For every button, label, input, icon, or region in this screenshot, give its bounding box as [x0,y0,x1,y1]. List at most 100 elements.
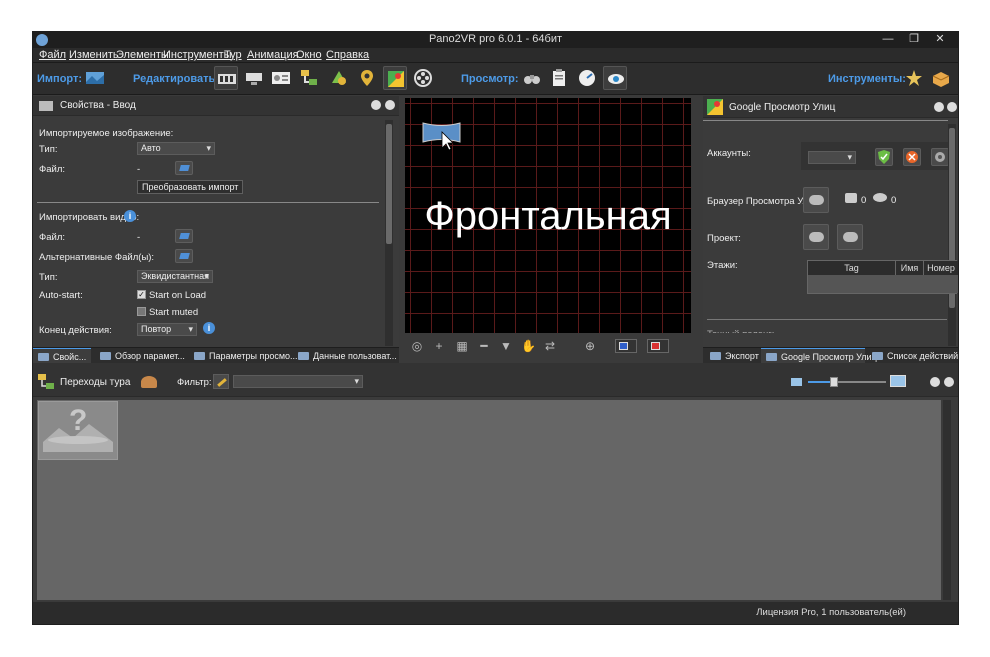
edit-skin-button[interactable] [327,66,351,90]
table-header-number: Номер [924,261,958,275]
edit-userdata-button[interactable] [269,66,293,90]
view-clipboard-button[interactable] [547,66,571,90]
zoom-slider[interactable] [808,377,886,387]
edit-maps-button[interactable] [355,66,379,90]
menu-animation[interactable]: Анимация [247,49,299,61]
tab-google-street-view[interactable]: Google Просмотр Улиц [761,348,877,364]
close-button[interactable]: ✕ [926,32,954,48]
grid-icon[interactable]: ▦ [455,339,469,353]
map-pin-icon [361,70,373,86]
tab-user-data[interactable]: Данные пользоват... [293,348,397,364]
view-browser-button[interactable] [575,66,599,90]
compass-icon[interactable]: ◎ [410,339,424,353]
close-panel-icon[interactable] [385,100,395,110]
view-binoculars-button[interactable] [520,66,544,90]
start-muted-label: Start muted [149,307,199,318]
undock-icon[interactable] [930,377,940,387]
edit-google-maps-button[interactable] [383,66,407,90]
swap-icon[interactable]: ⇄ [543,339,557,353]
viewer-toolbar: ◎ + ▦ ━ ▼ ✋ ⇄ ⊕ [405,335,691,357]
end-action-info-icon[interactable]: i [203,322,215,334]
user-icon[interactable] [141,376,157,388]
divider [707,319,947,320]
funnel-icon[interactable]: ▼ [499,339,513,353]
menu-edit[interactable]: Изменить [69,49,119,61]
table-row[interactable] [808,275,958,293]
scrollbar-thumb[interactable] [386,124,392,244]
info-icon[interactable]: i [124,210,136,222]
file-browse-icon[interactable] [175,161,193,175]
zoom-slider-handle[interactable] [830,377,838,387]
accounts-select[interactable] [808,151,856,164]
account-settings-button[interactable] [931,148,949,166]
alt-files-browse-icon[interactable] [175,249,193,263]
table-header-tag: Tag [808,261,896,275]
status-bar: Лицензия Pro, 1 пользователь(ей) [33,602,958,624]
red-color-picker[interactable] [647,339,669,353]
tab-action-list[interactable]: Список действий [867,348,958,364]
import-panorama-button[interactable] [83,66,107,90]
target-icon[interactable]: ⊕ [583,339,597,353]
undock-icon[interactable] [371,100,381,110]
panorama-thumbnail[interactable]: ? [38,401,118,460]
type-select[interactable]: Авто [137,142,215,155]
edit-video-button[interactable] [411,66,435,90]
project-upload-icon[interactable] [803,224,829,250]
menu-help[interactable]: Справка [326,49,369,61]
menu-tools[interactable]: Инструменты [163,49,232,61]
menu-file[interactable]: Файл [39,49,66,61]
edit-viewing-button[interactable] [242,66,266,90]
convert-import-button[interactable]: Преобразовать импорт [137,180,244,194]
add-account-button[interactable] [875,148,893,166]
project-label: Проект: [707,233,741,244]
menu-window[interactable]: Окно [296,49,322,61]
properties-scrollbar[interactable] [385,120,393,346]
tab-icon [298,352,309,360]
maximize-button[interactable]: ❐ [902,32,926,48]
tab-export[interactable]: Экспорт [705,348,759,364]
floors-label: Этажи: [707,260,738,271]
viewing-icon [246,73,262,85]
tour-icon [38,374,54,389]
video-file-browse-icon[interactable] [175,229,193,243]
remove-icon [906,151,918,163]
views-count: 0 [891,195,897,206]
minimize-button[interactable]: — [876,32,900,48]
tab-icon [100,352,111,360]
tools-build-button[interactable] [929,66,953,90]
package-icon [932,72,950,87]
edit-input-button[interactable] [214,66,238,90]
imported-image-label: Импортируемое изображение: [39,128,174,139]
panorama-icon [86,72,104,84]
filter-pencil-icon[interactable] [213,374,229,389]
end-action-select[interactable]: Повтор [137,323,197,336]
start-on-load-checkbox[interactable]: ✓ [137,290,146,299]
tour-scrollbar[interactable] [943,400,951,600]
upload-cloud-icon[interactable] [803,187,829,213]
menu-elements[interactable]: Элементы [116,49,169,61]
remove-account-button[interactable] [903,148,921,166]
tour-node-area[interactable]: ? [37,400,941,600]
tab-properties[interactable]: Свойс... [33,348,91,364]
filter-select[interactable] [233,375,363,388]
undock-icon[interactable] [934,102,944,112]
start-muted-checkbox[interactable] [137,307,146,316]
blue-color-picker[interactable] [615,339,637,353]
level-icon[interactable]: ━ [477,339,491,353]
tab-viewing-overview[interactable]: Обзор парамет... [95,348,185,364]
view-preview-button[interactable] [603,66,627,90]
left-tabs: Свойс... Обзор парамет... Параметры прос… [33,347,399,364]
close-panel-icon[interactable] [944,377,954,387]
hand-icon[interactable]: ✋ [521,339,536,353]
tools-magic-button[interactable] [902,66,926,90]
close-panel-icon[interactable] [947,102,957,112]
project-download-icon[interactable] [837,224,863,250]
street-view-scrollbar[interactable] [948,124,956,346]
tab-viewing-params[interactable]: Параметры просмо... [189,348,298,364]
crosshair-icon[interactable]: + [432,339,446,353]
edit-tour-button[interactable] [297,66,321,90]
panorama-viewer[interactable]: Фронтальная [405,98,691,333]
end-action-label: Конец действия: [39,325,112,336]
menu-tour[interactable]: Тур [224,49,242,61]
video-type-select[interactable]: Эквидистантная [137,270,213,283]
